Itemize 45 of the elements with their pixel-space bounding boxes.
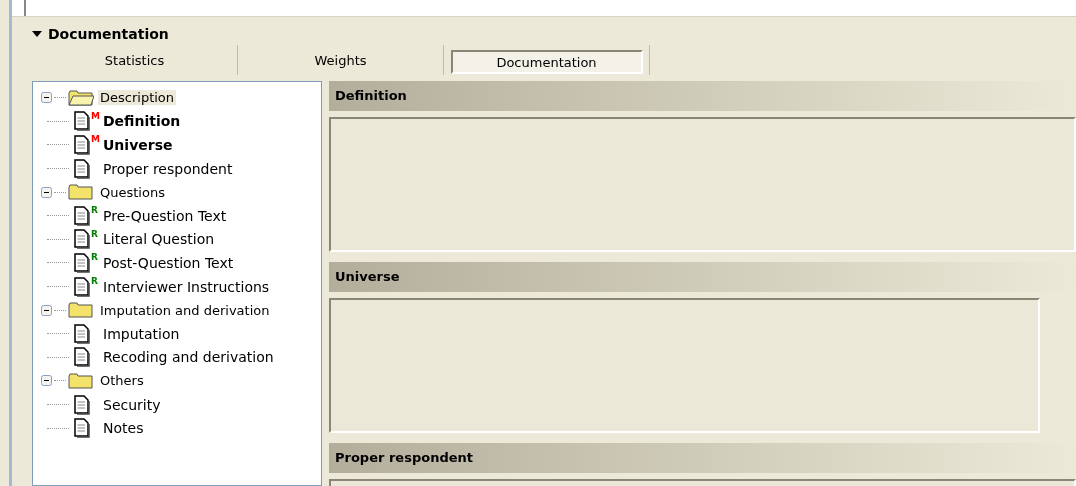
tree-item[interactable]: Universe <box>103 137 173 153</box>
collapse-icon[interactable] <box>41 304 52 316</box>
tree-item[interactable]: Imputation and derivation <box>98 302 272 318</box>
document-icon <box>73 347 91 368</box>
status-letter: R <box>91 275 99 286</box>
document-icon <box>73 276 91 297</box>
folder-icon <box>68 372 94 389</box>
tree-item[interactable]: Others <box>98 373 146 389</box>
status-letter: R <box>91 228 99 239</box>
document-icon <box>73 323 91 344</box>
status-letter: M <box>91 110 101 121</box>
tree-item[interactable]: Post-Question Text <box>103 254 234 271</box>
document-icon <box>73 252 91 273</box>
collapse-icon[interactable] <box>41 92 52 104</box>
tree-item[interactable]: Questions <box>98 184 167 200</box>
document-icon <box>73 111 91 132</box>
section-header[interactable]: Documentation <box>32 17 169 43</box>
collapse-icon[interactable] <box>41 375 52 387</box>
tree-item[interactable]: Definition <box>103 113 181 130</box>
status-letter: R <box>91 204 99 215</box>
tree-item[interactable]: Interviewer Instructions <box>103 278 270 295</box>
tab[interactable]: Weights <box>306 50 375 70</box>
tree-item[interactable]: Pre-Question Text <box>103 207 227 224</box>
tree-item[interactable]: Proper respondent <box>103 160 233 177</box>
tree-item[interactable]: Imputation <box>103 325 180 342</box>
tree-item[interactable]: Notes <box>103 420 144 437</box>
collapse-icon[interactable] <box>41 186 52 198</box>
caret-icon <box>32 30 42 38</box>
tree-item[interactable]: Security <box>103 396 161 413</box>
folder-icon <box>68 89 94 106</box>
tree-item[interactable]: Recoding and derivation <box>103 349 274 366</box>
document-icon <box>73 205 91 226</box>
document-icon <box>73 394 91 415</box>
folder-icon <box>68 184 94 201</box>
document-icon <box>73 229 91 250</box>
tree-item[interactable]: Description <box>98 90 177 106</box>
status-letter: R <box>91 252 99 263</box>
tree-item[interactable]: Literal Question <box>103 231 215 248</box>
document-icon <box>73 135 91 155</box>
tab[interactable]: Documentation <box>450 50 643 74</box>
document-icon <box>73 158 91 179</box>
folder-icon <box>68 302 94 319</box>
document-icon <box>73 418 91 439</box>
tab[interactable]: Statistics <box>96 50 173 70</box>
status-letter: M <box>91 134 101 145</box>
